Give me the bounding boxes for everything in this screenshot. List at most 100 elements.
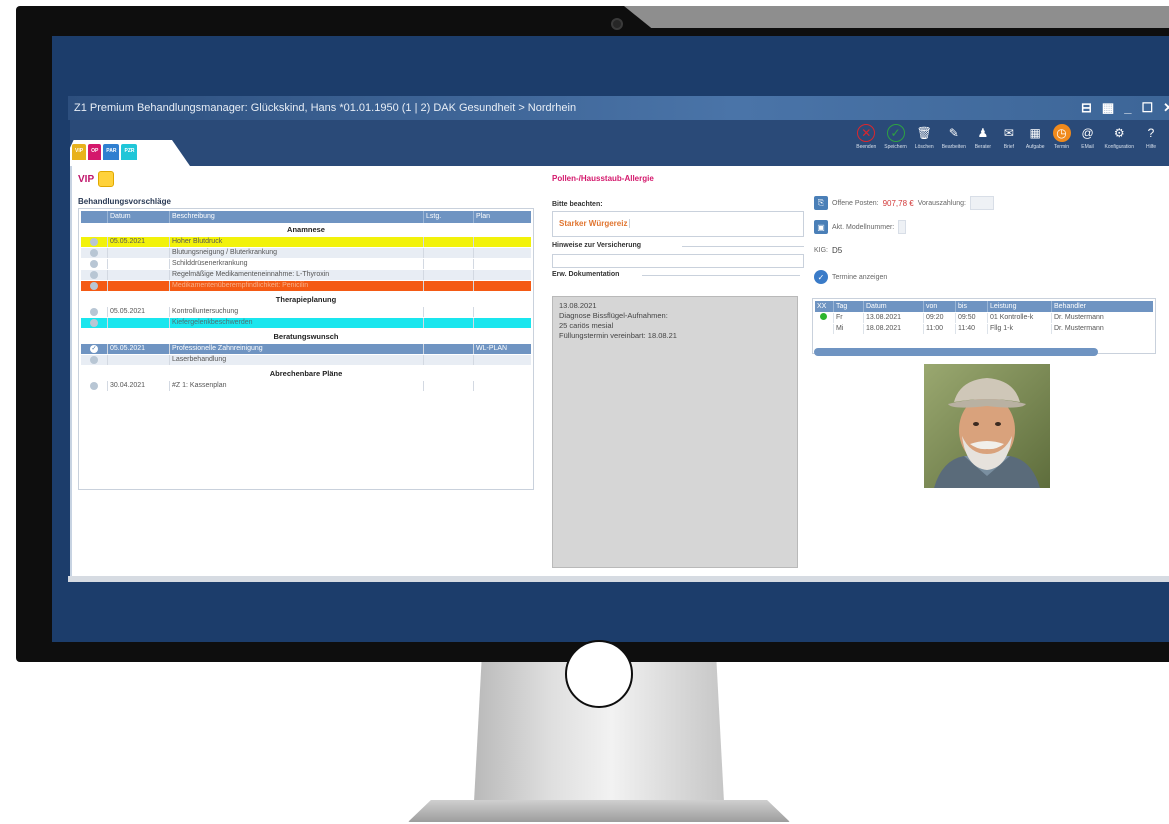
appointment-service: Fllg 1-k [987, 324, 1051, 334]
note-box[interactable]: Starker Würgereiz [552, 211, 804, 237]
toolbar-button-beenden[interactable]: ✕ Beenden [854, 124, 878, 150]
model-icon[interactable]: ▣ [814, 220, 828, 234]
column-plan[interactable]: Plan [473, 211, 531, 223]
table-row[interactable]: 30.04.2021 #Z 1: Kassenplan [81, 381, 531, 391]
documentation-textarea[interactable]: 13.08.2021 Diagnose Bissflügel-Aufnahmen… [552, 296, 798, 568]
column-xx[interactable]: XX [815, 301, 833, 312]
column-from[interactable]: von [923, 301, 955, 312]
toolbar-button-termin[interactable]: ◷ Termin [1051, 124, 1073, 150]
row-lstg [423, 307, 473, 317]
row-lstg [423, 318, 473, 328]
table-row[interactable]: Medikamentenüberempfindlichkeit: Penicil… [81, 281, 531, 291]
column-date[interactable]: Datum [107, 211, 169, 223]
table-row[interactable]: Kiefergelenkbeschwerden [81, 318, 531, 328]
appointments-toggle[interactable]: ✓ Termine anzeigen [814, 270, 887, 284]
prepayment-field[interactable] [969, 196, 994, 210]
table-row[interactable]: 05.05.2021 Kontrolluntersuchung [81, 307, 531, 317]
column-service[interactable]: Leistung [987, 301, 1051, 312]
note-caption: Bitte beachten: [552, 201, 603, 208]
column-date[interactable]: Datum [863, 301, 923, 312]
appointment-date: 13.08.2021 [863, 313, 923, 323]
patient-photo-image [924, 364, 1050, 488]
smiley-icon[interactable] [98, 171, 115, 187]
table-row[interactable]: Regelmäßige Medikamenteneinnahme: L-Thyr… [81, 270, 531, 280]
row-status[interactable] [81, 281, 107, 291]
toolbar-button-aufgabe[interactable]: ▦ Aufgabe [1024, 124, 1047, 150]
row-description: Kiefergelenkbeschwerden [169, 318, 423, 328]
row-status[interactable] [81, 237, 107, 247]
appointment-service: 01 Kontrolle-k [987, 313, 1051, 323]
row-description: Kontrolluntersuchung [169, 307, 423, 317]
patient-photo [924, 364, 1050, 488]
status-dot-icon [90, 249, 98, 257]
row-description: Professionelle Zahnreinigung [169, 344, 423, 354]
minimize-button[interactable]: _ [1124, 98, 1131, 118]
row-lstg [423, 237, 473, 247]
column-doctor[interactable]: Behandler [1051, 301, 1153, 312]
group-title: Abrechenbare Pläne [269, 369, 343, 378]
toolbar-button-konfiguration[interactable]: ⚙ Konfiguration [1103, 124, 1136, 150]
table-row[interactable]: 05.05.2021 Hoher Blutdruck [81, 237, 531, 247]
model-number-label: Akt. Modellnummer: [832, 223, 895, 231]
row-plan: WL-PLAN [473, 344, 531, 354]
appointment-to: 11:40 [955, 324, 987, 334]
group-title: Beratungswunsch [273, 332, 339, 341]
status-dot-icon [90, 271, 98, 279]
model-number-field[interactable] [898, 220, 907, 234]
row-lstg [423, 355, 473, 365]
row-status[interactable] [81, 270, 107, 280]
toolbar-label: Termin [1054, 144, 1070, 150]
maximize-button[interactable]: ☐ [1141, 98, 1153, 118]
toolbar: ✕ Beenden ✓ Speichern 🗑 Löschen ✎ Bearbeiten ♟ Be… [854, 124, 1162, 150]
appointments-table-header: XX Tag Datum von bis Leistung Behandler [815, 301, 1153, 312]
appointment-date: 18.08.2021 [863, 324, 923, 334]
row-status[interactable] [81, 381, 107, 391]
row-description: Blutungsneigung / Bluterkrankung [169, 248, 423, 258]
toolbar-button-hilfe[interactable]: ? Hilfe [1140, 124, 1162, 150]
status-strip [68, 576, 1169, 582]
appointment-row[interactable]: Fr 13.08.2021 09:20 09:50 01 Kontrolle-k Dr. … [815, 313, 1153, 323]
row-lstg [423, 281, 473, 291]
grid-icon[interactable]: ▦ [1102, 98, 1114, 118]
note-text: Starker Würgereiz [559, 219, 631, 228]
close-button[interactable]: ✕ [1163, 98, 1169, 118]
row-status[interactable] [81, 248, 107, 258]
toolbar-button-berater[interactable]: ♟ Berater [972, 124, 994, 150]
row-lstg [423, 259, 473, 269]
layout-icon[interactable]: ⊟ [1081, 98, 1092, 118]
tab-strip: VIP OP PAR PZR [72, 144, 138, 160]
column-day[interactable]: Tag [833, 301, 863, 312]
horizontal-scrollbar[interactable] [814, 348, 1098, 356]
column-lstg[interactable]: Lstg. [423, 211, 473, 223]
row-status[interactable]: ✓ [81, 344, 107, 354]
toolbar-button-löschen[interactable]: 🗑 Löschen [913, 124, 936, 150]
row-status[interactable] [81, 355, 107, 365]
column-description[interactable]: Beschreibung [169, 211, 423, 223]
row-status[interactable] [81, 259, 107, 269]
toolbar-button-bearbeiten[interactable]: ✎ Bearbeiten [940, 124, 968, 150]
stand-cutout [565, 640, 633, 708]
appointment-status [815, 313, 833, 323]
table-row[interactable]: Schilddrüsenerkrankung [81, 259, 531, 269]
toolbar-button-speichern[interactable]: ✓ Speichern [882, 124, 909, 150]
toolbar-button-email[interactable]: @ EMail [1077, 124, 1099, 150]
row-status[interactable] [81, 318, 107, 328]
table-row[interactable]: Laserbehandlung [81, 355, 531, 365]
status-dot-icon [90, 356, 98, 364]
row-plan [473, 270, 531, 280]
insurance-notes-field[interactable] [552, 254, 804, 268]
status-dot-icon [90, 308, 98, 316]
toolbar-button-brief[interactable]: ✉ Brief [998, 124, 1020, 150]
row-status[interactable] [81, 307, 107, 317]
tab-op[interactable]: OP [88, 144, 102, 160]
tab-pzr[interactable]: PZR [121, 144, 138, 160]
column-to[interactable]: bis [955, 301, 987, 312]
tab-vip[interactable]: VIP [72, 144, 87, 160]
appointment-row[interactable]: Mi 18.08.2021 11:00 11:40 Fllg 1-k Dr. Muster… [815, 324, 1153, 334]
tab-par[interactable]: PAR [103, 144, 120, 160]
suggestions-table-header: Datum Beschreibung Lstg. Plan [81, 211, 531, 223]
toolbar-label: Brief [1003, 144, 1015, 150]
invoice-icon[interactable]: ⎘ [814, 196, 828, 210]
table-row[interactable]: ✓ 05.05.2021 Professionelle Zahnreinigung W… [81, 344, 531, 354]
table-row[interactable]: Blutungsneigung / Bluterkrankung [81, 248, 531, 258]
